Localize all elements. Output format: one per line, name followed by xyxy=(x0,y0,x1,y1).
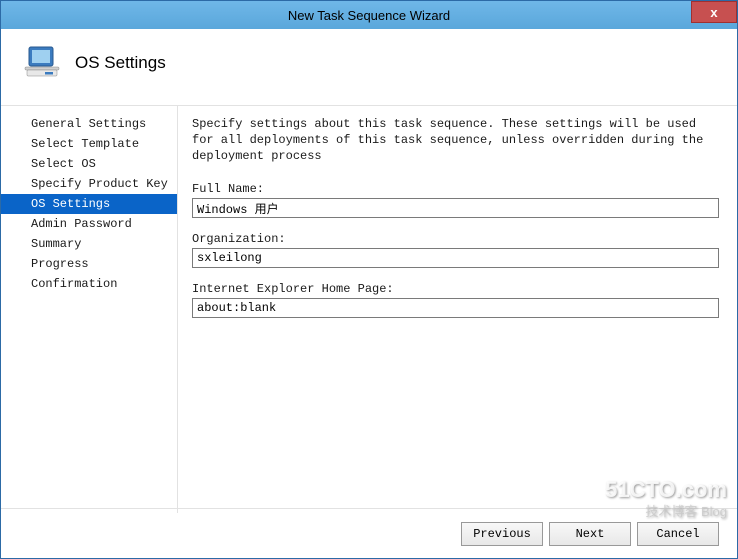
homepage-label: Internet Explorer Home Page: xyxy=(192,282,719,296)
sidebar-item-select-template[interactable]: Select Template xyxy=(1,134,177,154)
titlebar: New Task Sequence Wizard x xyxy=(1,1,737,29)
sidebar-item-admin-password[interactable]: Admin Password xyxy=(1,214,177,234)
wizard-header: OS Settings xyxy=(1,29,737,105)
sidebar: General Settings Select Template Select … xyxy=(1,106,177,513)
cancel-button[interactable]: Cancel xyxy=(637,522,719,546)
full-name-input[interactable] xyxy=(192,198,719,218)
wizard-window: New Task Sequence Wizard x OS Settings G… xyxy=(0,0,738,559)
sidebar-item-specify-product-key[interactable]: Specify Product Key xyxy=(1,174,177,194)
sidebar-item-os-settings[interactable]: OS Settings xyxy=(1,194,177,214)
sidebar-item-summary[interactable]: Summary xyxy=(1,234,177,254)
next-button[interactable]: Next xyxy=(549,522,631,546)
organization-label: Organization: xyxy=(192,232,719,246)
window-title: New Task Sequence Wizard xyxy=(288,8,450,23)
sidebar-item-select-os[interactable]: Select OS xyxy=(1,154,177,174)
previous-button[interactable]: Previous xyxy=(461,522,543,546)
wizard-footer: Previous Next Cancel xyxy=(1,508,737,558)
homepage-input[interactable] xyxy=(192,298,719,318)
main-panel: Specify settings about this task sequenc… xyxy=(178,106,737,513)
organization-input[interactable] xyxy=(192,248,719,268)
close-icon: x xyxy=(710,5,717,20)
description-text: Specify settings about this task sequenc… xyxy=(192,116,719,164)
close-button[interactable]: x xyxy=(691,1,737,23)
sidebar-item-general-settings[interactable]: General Settings xyxy=(1,114,177,134)
computer-icon xyxy=(23,43,63,83)
sidebar-item-confirmation[interactable]: Confirmation xyxy=(1,274,177,294)
page-title: OS Settings xyxy=(75,53,166,73)
sidebar-item-progress[interactable]: Progress xyxy=(1,254,177,274)
wizard-body: General Settings Select Template Select … xyxy=(1,105,737,513)
full-name-label: Full Name: xyxy=(192,182,719,196)
